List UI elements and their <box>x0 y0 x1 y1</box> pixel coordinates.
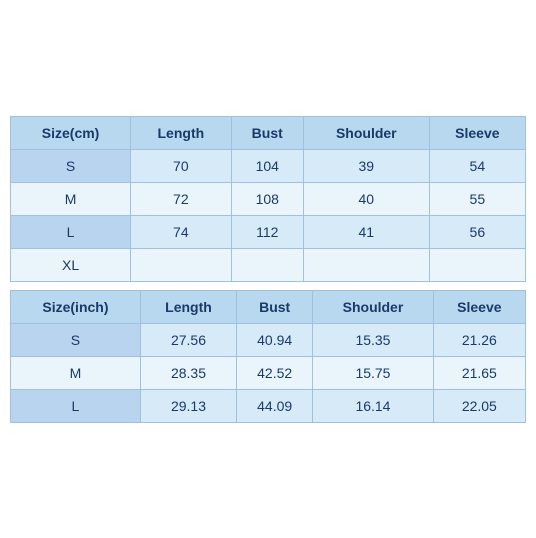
table-cell: S <box>11 149 131 182</box>
table-cell: 40.94 <box>237 323 313 356</box>
header-length-inch: Length <box>140 290 236 323</box>
header-bust-inch: Bust <box>237 290 313 323</box>
size-table-cm: Size(cm) Length Bust Shoulder Sleeve S70… <box>10 116 526 282</box>
table-cell: 16.14 <box>313 389 433 422</box>
table-cell: M <box>11 356 141 389</box>
table-cell: 55 <box>429 182 525 215</box>
table-cell: 44.09 <box>237 389 313 422</box>
header-sleeve-inch: Sleeve <box>433 290 525 323</box>
table-cell: 40 <box>303 182 429 215</box>
table-cell: 41 <box>303 215 429 248</box>
table-cell: L <box>11 389 141 422</box>
header-size-cm: Size(cm) <box>11 116 131 149</box>
header-size-inch: Size(inch) <box>11 290 141 323</box>
table-cell: 74 <box>131 215 231 248</box>
table-cell: S <box>11 323 141 356</box>
table-cell: 56 <box>429 215 525 248</box>
table-cell: 29.13 <box>140 389 236 422</box>
table-row: S701043954 <box>11 149 526 182</box>
table-cell <box>131 248 231 281</box>
table-cell: M <box>11 182 131 215</box>
table-cell: 39 <box>303 149 429 182</box>
table-cell: XL <box>11 248 131 281</box>
table-cell: 42.52 <box>237 356 313 389</box>
table-row: M28.3542.5215.7521.65 <box>11 356 526 389</box>
header-shoulder-inch: Shoulder <box>313 290 433 323</box>
table-cell: 54 <box>429 149 525 182</box>
table-cell: 70 <box>131 149 231 182</box>
table-cell <box>231 248 303 281</box>
table-cell <box>303 248 429 281</box>
table-cell: 108 <box>231 182 303 215</box>
table-cell: 27.56 <box>140 323 236 356</box>
table-cell: 15.75 <box>313 356 433 389</box>
table-cell <box>429 248 525 281</box>
size-tables: Size(cm) Length Bust Shoulder Sleeve S70… <box>10 116 526 423</box>
table-cell: 15.35 <box>313 323 433 356</box>
header-bust-cm: Bust <box>231 116 303 149</box>
size-table-inch: Size(inch) Length Bust Shoulder Sleeve S… <box>10 290 526 423</box>
table-row: XL <box>11 248 526 281</box>
table-cell: 22.05 <box>433 389 525 422</box>
table-cell: 72 <box>131 182 231 215</box>
table-row: L741124156 <box>11 215 526 248</box>
table-cell: 104 <box>231 149 303 182</box>
table-cell: 112 <box>231 215 303 248</box>
header-length-cm: Length <box>131 116 231 149</box>
table-row: M721084055 <box>11 182 526 215</box>
table-row: S27.5640.9415.3521.26 <box>11 323 526 356</box>
table-row: L29.1344.0916.1422.05 <box>11 389 526 422</box>
table-cell: L <box>11 215 131 248</box>
table-cell: 28.35 <box>140 356 236 389</box>
table-cell: 21.65 <box>433 356 525 389</box>
header-shoulder-cm: Shoulder <box>303 116 429 149</box>
header-sleeve-cm: Sleeve <box>429 116 525 149</box>
table-cell: 21.26 <box>433 323 525 356</box>
